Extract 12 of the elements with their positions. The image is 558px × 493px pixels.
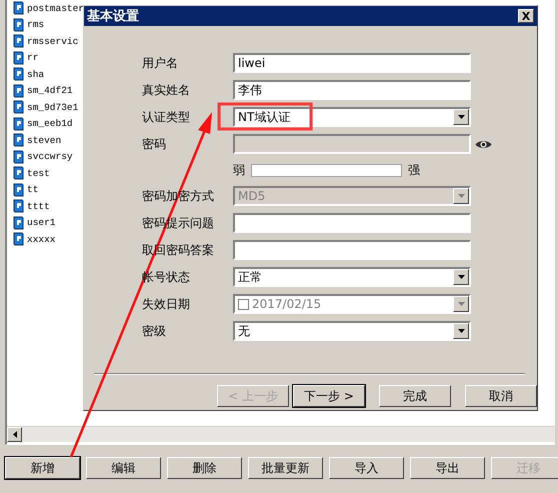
field-label: 真实姓名 [142, 82, 190, 98]
strong-label: 强 [408, 162, 420, 178]
field-value: liwei [238, 56, 266, 70]
field-label: 认证类型 [142, 108, 190, 126]
field-value: 李伟 [238, 82, 262, 98]
weak-label: 弱 [233, 162, 245, 178]
field-label: 密码 [142, 136, 166, 152]
field-label: 密码加密方式 [142, 188, 214, 204]
field-label: 失效日期 [142, 296, 190, 312]
dialog-title: 基本设置 [87, 8, 139, 25]
field-label: 用户名 [142, 54, 178, 72]
field-label: 密级 [142, 322, 166, 340]
